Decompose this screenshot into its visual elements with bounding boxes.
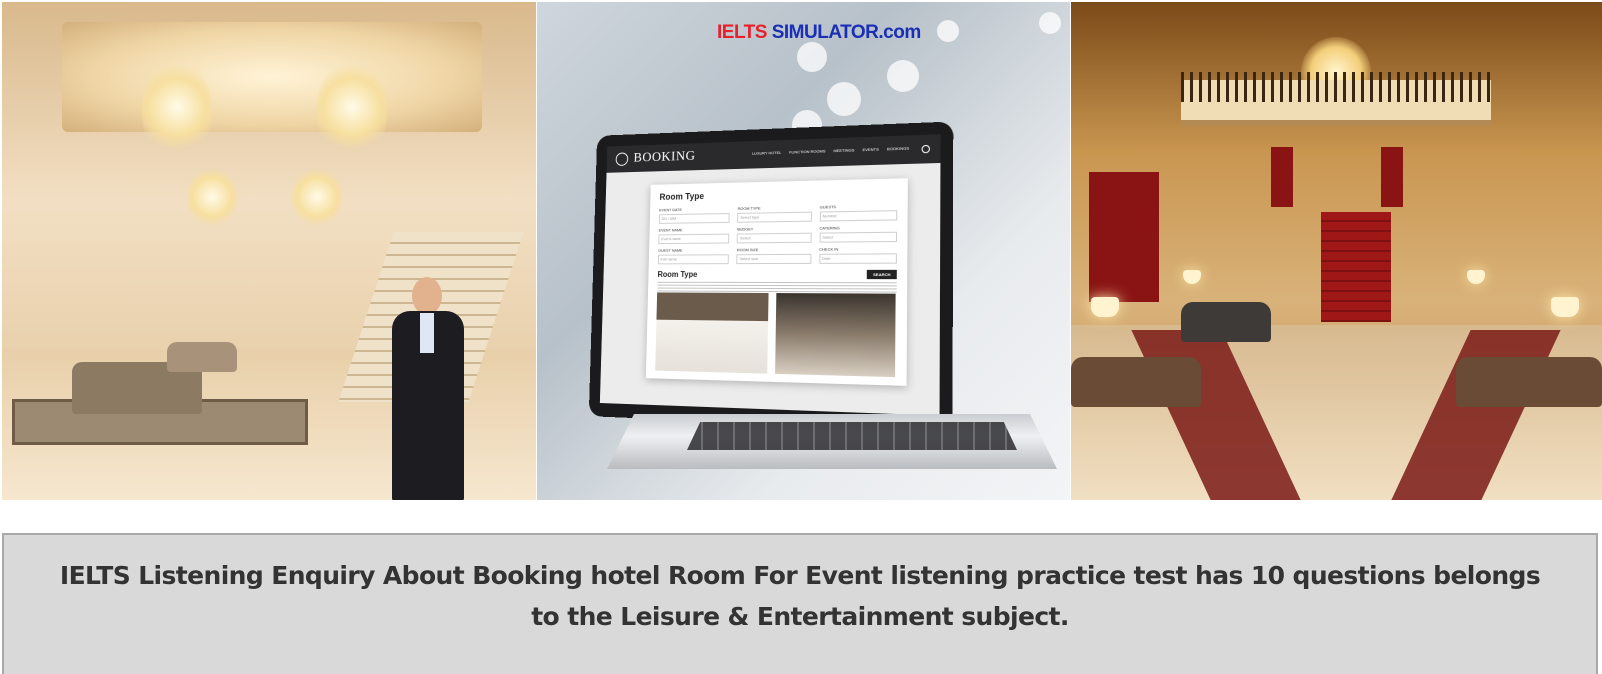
booking-form: Room Type EVENT DATE DD / MM ROOM TYPE Sel… xyxy=(645,178,908,386)
guest-name-field[interactable]: Full name xyxy=(657,254,730,265)
room-type-field[interactable]: Select type xyxy=(737,211,812,223)
red-curtain xyxy=(1381,147,1403,207)
room-description xyxy=(657,281,897,293)
logo-part-ielts: IELTS xyxy=(717,22,767,43)
site-nav: LUXURY HOTEL FUNCTION ROOMS MEETINGS EVE… xyxy=(752,144,930,159)
room-size-field[interactable]: Select size xyxy=(736,253,812,265)
brand-name: BOOKING xyxy=(633,149,696,166)
test-description: IELTS Listening Enquiry About Booking ho… xyxy=(59,561,1541,631)
table-lamp xyxy=(1467,270,1485,284)
sofa xyxy=(1456,357,1602,407)
booking-website: BOOKING LUXURY HOTEL FUNCTION ROOMS MEET… xyxy=(599,134,941,416)
form-title: Room Type xyxy=(659,191,705,202)
field-label: CHECK IN xyxy=(819,246,839,252)
event-name-field[interactable]: Event name xyxy=(658,233,730,245)
field-label: ROOM TYPE xyxy=(737,205,761,211)
caption-box: IELTS Listening Enquiry About Booking ho… xyxy=(2,533,1598,674)
balcony-railing xyxy=(1181,72,1491,102)
field-label: GUESTS xyxy=(819,204,837,210)
red-curtain xyxy=(1271,147,1293,207)
ceiling xyxy=(62,22,482,132)
nav-item[interactable]: EVENTS xyxy=(862,147,878,156)
field-label: CATERING xyxy=(819,225,840,231)
brand-logo-icon xyxy=(615,152,629,166)
catering-field[interactable]: Select xyxy=(819,231,898,243)
bokeh-light xyxy=(937,20,959,42)
field-label: EVENT DATE xyxy=(659,207,682,213)
table-lamp xyxy=(1091,297,1119,317)
bokeh-light xyxy=(1039,12,1061,34)
lobby-photo-left xyxy=(2,2,536,500)
table-lamp xyxy=(1551,297,1579,317)
armchair xyxy=(167,342,237,372)
nav-item[interactable]: LUXURY HOTEL xyxy=(752,150,781,159)
check-in-field[interactable]: Date xyxy=(818,253,897,264)
site-header: BOOKING LUXURY HOTEL FUNCTION ROOMS MEET… xyxy=(606,134,941,173)
red-curtain xyxy=(1089,172,1159,302)
hotel-manager xyxy=(388,277,468,500)
laptop-screen: BOOKING LUXURY HOTEL FUNCTION ROOMS MEET… xyxy=(588,121,954,432)
search-icon[interactable] xyxy=(921,144,930,154)
budget-field[interactable]: Select xyxy=(736,232,812,244)
form-fields: EVENT DATE DD / MM ROOM TYPE Select type G… xyxy=(657,203,898,265)
guests-field[interactable]: Number xyxy=(819,210,898,222)
bokeh-light xyxy=(797,42,827,72)
laptop-photo: IELTS SIMULATOR.com BOOKING LUXURY HOTEL… xyxy=(537,2,1070,500)
bedroom-photo[interactable] xyxy=(655,292,769,374)
field-label: ROOM SIZE xyxy=(736,247,759,253)
bokeh-light xyxy=(887,60,919,92)
nav-item[interactable]: MEETINGS xyxy=(833,147,854,156)
table-lamp xyxy=(1183,270,1201,284)
booking-brand[interactable]: BOOKING xyxy=(615,149,696,167)
logo-part-simulator: SIMULATOR xyxy=(766,22,879,43)
event-date-field[interactable]: DD / MM xyxy=(658,213,730,224)
bokeh-light xyxy=(827,82,861,116)
logo-part-com: .com xyxy=(878,22,921,43)
keyboard xyxy=(687,422,1017,450)
field-label: GUEST NAME xyxy=(658,247,683,253)
search-button[interactable]: SEARCH xyxy=(866,269,897,280)
section-title: Room Type xyxy=(657,270,698,279)
chandelier xyxy=(142,62,212,152)
sofa xyxy=(1071,357,1201,407)
bathroom-photo[interactable] xyxy=(775,293,896,378)
chandelier xyxy=(317,62,387,152)
room-type-section: Room Type SEARCH xyxy=(657,269,897,280)
field-label: BUDGET xyxy=(737,226,754,232)
chandelier xyxy=(187,167,237,227)
site-logo: IELTS SIMULATOR.com xyxy=(717,22,921,44)
lobby-photo-right xyxy=(1071,2,1602,500)
sofa xyxy=(1181,302,1271,342)
chandelier xyxy=(292,167,342,227)
nav-item[interactable]: FUNCTION ROOMS xyxy=(789,148,825,157)
nav-item[interactable]: BOOKINGS xyxy=(887,146,909,155)
red-carpet-staircase xyxy=(1321,212,1391,322)
field-label: EVENT NAME xyxy=(658,227,683,233)
